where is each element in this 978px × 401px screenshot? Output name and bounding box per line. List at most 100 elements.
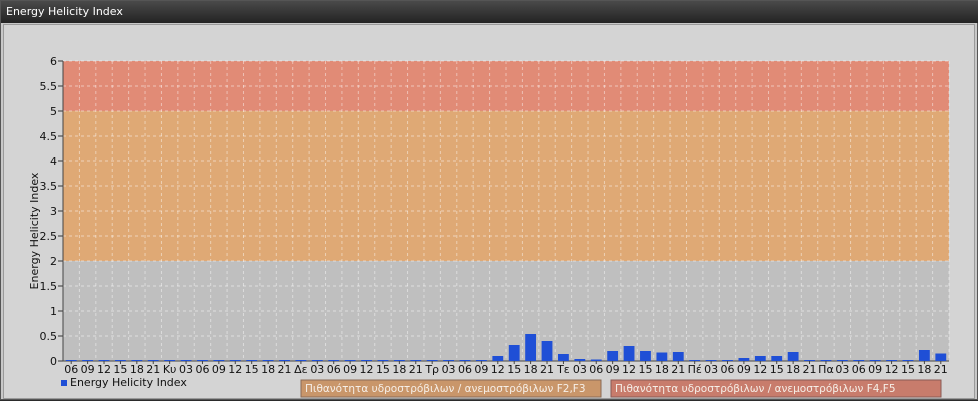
x-tick-label: Κυ bbox=[163, 363, 177, 376]
bar bbox=[131, 360, 143, 361]
x-tick-label: Δε bbox=[294, 363, 308, 376]
bar bbox=[426, 360, 438, 361]
x-tick-label: 12 bbox=[885, 363, 899, 376]
bar bbox=[459, 360, 471, 361]
x-tick-label: 09 bbox=[81, 363, 95, 376]
bar bbox=[98, 360, 110, 361]
y-tick-label: 2.5 bbox=[40, 230, 58, 243]
y-tick-label: 4.5 bbox=[40, 130, 58, 143]
bar bbox=[508, 345, 520, 361]
chart-window: Energy Helicity Index 0 0.5 1 1.5 2 2.5 3 3.5 4 4… bbox=[0, 0, 978, 400]
bar bbox=[311, 360, 323, 361]
x-tick-label: 03 bbox=[179, 363, 193, 376]
x-tick-label: Πέ bbox=[688, 363, 702, 376]
bar bbox=[344, 360, 356, 361]
y-tick-label: 1 bbox=[50, 305, 57, 318]
x-tick-label: Τρ bbox=[424, 363, 439, 376]
x-tick-label: 09 bbox=[474, 363, 488, 376]
x-tick-label: 21 bbox=[146, 363, 160, 376]
x-tick-label: 03 bbox=[310, 363, 324, 376]
legend-series-marker bbox=[61, 380, 67, 386]
bar bbox=[886, 360, 897, 361]
bar bbox=[246, 360, 258, 361]
x-tick-label: 18 bbox=[524, 363, 538, 376]
x-tick-label: 21 bbox=[934, 363, 948, 376]
bar bbox=[164, 360, 176, 361]
x-tick-label: Τε bbox=[556, 363, 570, 376]
x-tick-label: 18 bbox=[917, 363, 931, 376]
bar bbox=[443, 360, 454, 361]
bar bbox=[279, 360, 290, 361]
x-tick-label: 06 bbox=[852, 363, 866, 376]
bar bbox=[82, 360, 94, 361]
x-tick-label: 21 bbox=[540, 363, 554, 376]
x-tick-label: 06 bbox=[327, 363, 341, 376]
bar bbox=[918, 350, 930, 361]
x-tick-label: 09 bbox=[343, 363, 357, 376]
bar bbox=[262, 360, 274, 361]
x-tick-label: 09 bbox=[737, 363, 751, 376]
y-tick-label: 3.5 bbox=[40, 180, 58, 193]
bar bbox=[328, 360, 340, 361]
bar bbox=[295, 360, 307, 361]
x-tick-label: 21 bbox=[278, 363, 292, 376]
bar bbox=[771, 356, 783, 361]
bar bbox=[574, 359, 586, 361]
y-tick-label: 3 bbox=[50, 205, 57, 218]
x-tick-label: 12 bbox=[622, 363, 636, 376]
bar bbox=[738, 358, 750, 361]
y-tick-label: 5.5 bbox=[40, 80, 58, 93]
x-tick-label: 15 bbox=[376, 363, 390, 376]
x-tick-label: 18 bbox=[655, 363, 669, 376]
y-tick-label: 0.5 bbox=[40, 330, 58, 343]
bar bbox=[820, 360, 832, 361]
bar bbox=[656, 352, 668, 361]
x-tick-label: 06 bbox=[195, 363, 209, 376]
x-tick-label: 18 bbox=[130, 363, 144, 376]
bar bbox=[902, 360, 914, 361]
x-tick-label: 21 bbox=[803, 363, 817, 376]
bar bbox=[804, 360, 815, 361]
y-tick-label: 5 bbox=[50, 105, 57, 118]
legend-series-label: Energy Helicity Index bbox=[70, 376, 187, 389]
bar bbox=[869, 360, 881, 361]
x-tick-label: 18 bbox=[261, 363, 275, 376]
bar bbox=[65, 360, 77, 361]
legend-band-f2f3-label: Πιθανότητα υδροστρόβιλων / ανεμοστρόβιλω… bbox=[305, 383, 586, 395]
y-axis-label: Energy Helicity Index bbox=[28, 172, 41, 289]
ehi-chart: 0 0.5 1 1.5 2 2.5 3 3.5 4 4.5 5 5.5 6 Energy Helicity… bbox=[28, 55, 950, 398]
x-tick-label: 21 bbox=[671, 363, 685, 376]
bar bbox=[475, 360, 487, 361]
bar bbox=[722, 360, 733, 361]
x-tick-label: 09 bbox=[606, 363, 620, 376]
bar bbox=[935, 353, 947, 361]
bar bbox=[541, 341, 553, 361]
bar bbox=[705, 360, 717, 361]
bar bbox=[607, 351, 619, 361]
bar bbox=[361, 360, 372, 361]
bar bbox=[115, 360, 126, 361]
bar bbox=[754, 356, 766, 361]
bar bbox=[147, 360, 159, 361]
x-tick-label: 18 bbox=[392, 363, 406, 376]
x-tick-label: 06 bbox=[64, 363, 78, 376]
x-tick-label: 09 bbox=[868, 363, 882, 376]
bar bbox=[836, 360, 848, 361]
bar bbox=[197, 360, 208, 361]
y-tick-label: 4 bbox=[50, 155, 57, 168]
x-tick-label: 03 bbox=[573, 363, 587, 376]
bar bbox=[492, 356, 504, 361]
bar bbox=[640, 351, 651, 361]
y-tick-label: 1.5 bbox=[40, 280, 58, 293]
bar bbox=[853, 360, 865, 361]
y-tick-label: 2 bbox=[50, 255, 57, 268]
bar bbox=[590, 359, 602, 361]
x-tick-label: 15 bbox=[901, 363, 915, 376]
x-tick-label: 06 bbox=[458, 363, 472, 376]
x-tick-label: 12 bbox=[97, 363, 111, 376]
x-tick-label: Πα bbox=[818, 363, 834, 376]
x-tick-label: 03 bbox=[704, 363, 718, 376]
x-tick-label: 15 bbox=[245, 363, 259, 376]
bar bbox=[180, 360, 192, 361]
bar bbox=[672, 352, 684, 361]
